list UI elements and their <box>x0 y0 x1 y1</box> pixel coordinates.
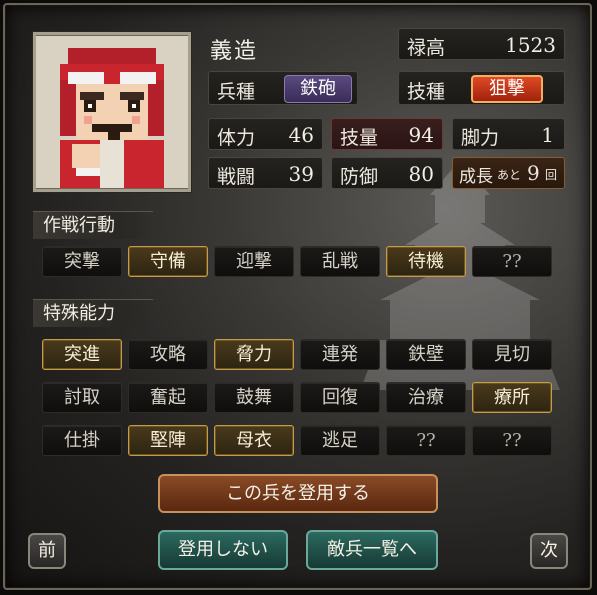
unit-type-badge: 鉄砲 <box>284 75 352 103</box>
tactic-button-standby[interactable]: 待機 <box>386 246 466 277</box>
growth-label: 成長 <box>459 167 493 187</box>
ability-button[interactable]: 回復 <box>300 382 380 413</box>
ability-button[interactable]: 脅力 <box>214 339 294 370</box>
ability-button[interactable]: 堅陣 <box>128 425 208 456</box>
stipend-label: 禄高 <box>407 37 446 59</box>
ability-button[interactable]: 奮起 <box>128 382 208 413</box>
ability-button[interactable]: 攻略 <box>128 339 208 370</box>
stat-combat-value: 39 <box>288 162 314 186</box>
tactic-button-melee[interactable]: 乱戦 <box>300 246 380 277</box>
skill-type-label: 技種 <box>407 81 446 103</box>
ability-button[interactable]: 鼓舞 <box>214 382 294 413</box>
stat-technique-label: 技量 <box>340 127 379 149</box>
stipend-value: 1523 <box>505 33 556 57</box>
ability-button[interactable]: 逃足 <box>300 425 380 456</box>
prev-button[interactable]: 前 <box>28 533 66 569</box>
stat-defense-value: 80 <box>408 162 434 186</box>
stat-combat: 戦闘 39 <box>208 157 323 189</box>
ability-button[interactable]: 討取 <box>42 382 122 413</box>
ability-button[interactable]: 見切 <box>472 339 552 370</box>
growth-unit: 回 <box>545 168 558 182</box>
ability-button[interactable]: 治療 <box>386 382 466 413</box>
next-button[interactable]: 次 <box>530 533 568 569</box>
decline-recruit-button[interactable]: 登用しない <box>158 530 288 570</box>
stat-leg-label: 脚力 <box>461 127 500 149</box>
stat-leg: 脚力 1 <box>452 118 565 150</box>
enemy-list-button[interactable]: 敵兵一覧へ <box>306 530 438 570</box>
stat-technique: 技量 94 <box>331 118 443 150</box>
unit-portrait <box>33 32 191 192</box>
tactic-button-intercept[interactable]: 迎撃 <box>214 246 294 277</box>
abilities-heading: 特殊能力 <box>33 299 153 327</box>
stat-defense: 防御 80 <box>331 157 443 189</box>
stat-hp-label: 体力 <box>217 127 256 149</box>
tactic-button-unknown[interactable]: ?? <box>472 246 552 277</box>
ability-button[interactable]: 仕掛 <box>42 425 122 456</box>
ability-button[interactable]: 母衣 <box>214 425 294 456</box>
ability-button[interactable]: 連発 <box>300 339 380 370</box>
ability-button[interactable]: ?? <box>386 425 466 456</box>
growth-panel: 成長 あと 9 回 <box>452 157 565 189</box>
ability-button[interactable]: 鉄壁 <box>386 339 466 370</box>
tactics-heading: 作戦行動 <box>33 211 153 239</box>
unit-name: 義造 <box>210 39 259 64</box>
growth-value: 9 <box>527 161 540 185</box>
tactic-button-guard[interactable]: 守備 <box>128 246 208 277</box>
stat-combat-label: 戦闘 <box>217 166 256 188</box>
skill-type-panel: 技種 狙撃 <box>398 71 565 105</box>
stat-hp: 体力 46 <box>208 118 323 150</box>
ability-button[interactable]: 療所 <box>472 382 552 413</box>
skill-type-badge: 狙撃 <box>471 75 543 103</box>
recruit-button[interactable]: この兵を登用する <box>158 474 438 513</box>
unit-type-panel: 兵種 鉄砲 <box>208 71 358 105</box>
ability-button[interactable]: 突進 <box>42 339 122 370</box>
tactic-button-assault[interactable]: 突撃 <box>42 246 122 277</box>
stat-leg-value: 1 <box>541 123 554 147</box>
stipend-panel: 禄高 1523 <box>398 28 565 60</box>
growth-remaining-label: あと <box>497 168 522 182</box>
soldier-portrait-icon <box>36 36 188 188</box>
ability-button[interactable]: ?? <box>472 425 552 456</box>
stat-defense-label: 防御 <box>340 166 379 188</box>
unit-type-label: 兵種 <box>217 81 256 103</box>
stat-technique-value: 94 <box>408 123 434 147</box>
stat-hp-value: 46 <box>288 123 314 147</box>
